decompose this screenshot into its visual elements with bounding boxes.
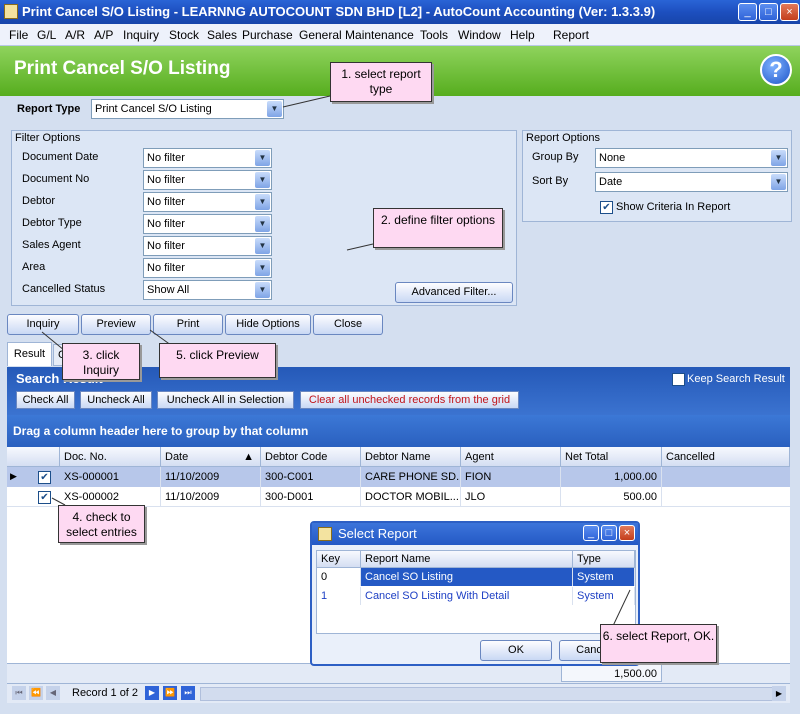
callout-2-pointer bbox=[346, 243, 374, 251]
callout-1-pointer bbox=[282, 95, 331, 108]
callout-click-preview: 5. click Preview bbox=[159, 343, 276, 378]
callout-select-report-ok: 6. select Report, OK. bbox=[600, 624, 717, 663]
callout-6-pointer bbox=[611, 589, 631, 629]
callout-click-inquiry: 3. click Inquiry bbox=[62, 343, 140, 380]
callout-define-filter: 2. define filter options bbox=[373, 208, 503, 248]
callout-4-pointer bbox=[51, 497, 66, 506]
callout-select-report-type: 1. select report type bbox=[330, 62, 432, 102]
callout-check-entries: 4. check to select entries bbox=[58, 505, 145, 543]
